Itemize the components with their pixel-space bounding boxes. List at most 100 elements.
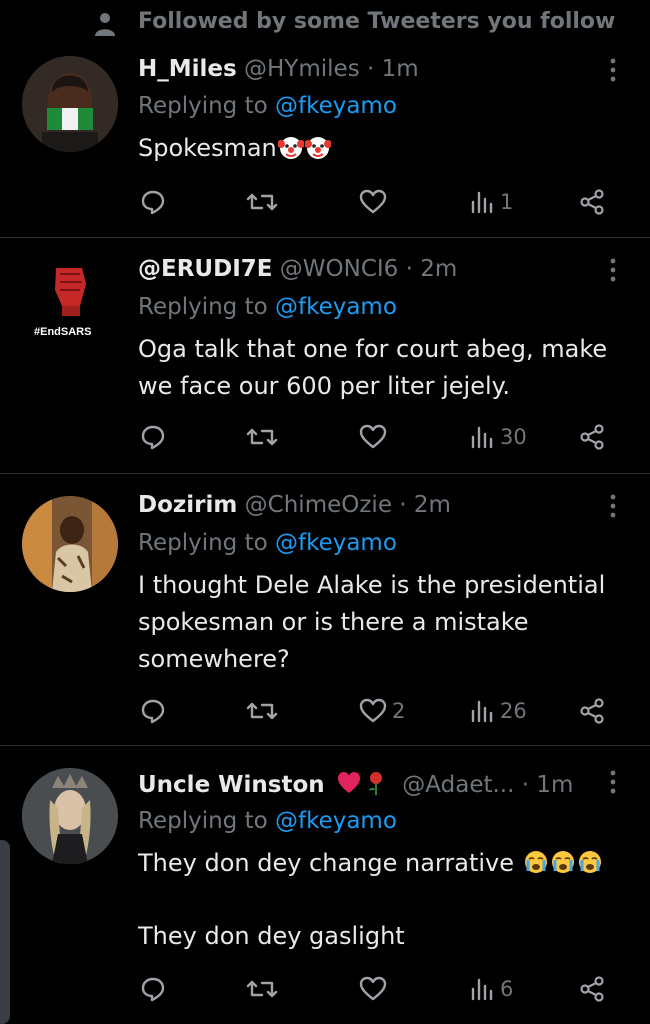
retweet-button[interactable] bbox=[246, 185, 282, 219]
reply-icon bbox=[141, 977, 165, 1002]
share-button[interactable] bbox=[578, 420, 606, 454]
timestamp[interactable]: 1m bbox=[536, 772, 573, 798]
tweet-header: Uncle Winston @Adaet... · 1m bbox=[138, 770, 573, 798]
views-icon bbox=[471, 426, 493, 449]
heart-icon bbox=[359, 424, 387, 449]
retweet-icon bbox=[246, 193, 278, 211]
like-button[interactable]: 2 bbox=[358, 694, 405, 728]
tweet-actions: 1 bbox=[0, 185, 650, 219]
separator-dot: · bbox=[405, 256, 413, 282]
views-count: 1 bbox=[500, 190, 514, 214]
tweet-text: Oga talk that one for court abeg, make w… bbox=[138, 335, 608, 400]
avatar[interactable] bbox=[22, 496, 118, 592]
avatar[interactable] bbox=[22, 768, 118, 864]
share-icon bbox=[580, 424, 604, 450]
share-button[interactable] bbox=[578, 694, 606, 728]
more-options-icon[interactable] bbox=[606, 56, 620, 84]
rose-icon bbox=[368, 772, 382, 795]
retweet-icon bbox=[246, 428, 278, 446]
reply-button[interactable] bbox=[139, 694, 171, 728]
tweet-actions: 2 26 bbox=[0, 694, 650, 728]
retweet-button[interactable] bbox=[246, 420, 282, 454]
views-button[interactable]: 30 bbox=[468, 420, 527, 454]
display-name[interactable]: Uncle Winston bbox=[138, 772, 325, 798]
views-count: 30 bbox=[500, 425, 527, 449]
like-button[interactable] bbox=[358, 972, 392, 1006]
tweet-3[interactable]: Dozirim @ChimeOzie · 2m Replying to @fke… bbox=[0, 474, 650, 744]
replying-to: Replying to @fkeyamo bbox=[138, 530, 397, 556]
more-options-icon[interactable] bbox=[606, 256, 620, 284]
mention-link[interactable]: @fkeyamo bbox=[275, 93, 397, 119]
mention-link[interactable]: @fkeyamo bbox=[275, 808, 397, 834]
retweet-button[interactable] bbox=[246, 972, 282, 1006]
tweet-actions: 6 bbox=[0, 972, 650, 1006]
views-icon bbox=[471, 978, 493, 1001]
like-button[interactable] bbox=[358, 420, 392, 454]
display-name[interactable]: H_Miles bbox=[138, 56, 237, 82]
retweet-icon bbox=[246, 980, 278, 998]
more-options-icon[interactable] bbox=[606, 768, 620, 796]
heart-icon bbox=[359, 698, 387, 723]
separator-dot: · bbox=[521, 772, 530, 798]
share-icon bbox=[580, 189, 604, 215]
like-button[interactable] bbox=[358, 185, 392, 219]
timestamp[interactable]: 2m bbox=[414, 492, 451, 518]
share-button[interactable] bbox=[578, 972, 606, 1006]
tweet-header: H_Miles @HYmiles · 1m bbox=[138, 56, 419, 82]
red-heart-icon bbox=[337, 772, 360, 793]
tweet-text: They don dey change narrative bbox=[138, 845, 633, 882]
views-count: 26 bbox=[500, 699, 527, 723]
avatar[interactable]: #EndSARS bbox=[22, 254, 118, 350]
crying-face-icon bbox=[524, 851, 547, 873]
tweet-2[interactable]: #EndSARS @ERUDI7E @WONCI6 · 2m Replying … bbox=[0, 238, 650, 473]
tweet-1[interactable]: H_Miles @HYmiles · 1m Replying to @fkeya… bbox=[0, 46, 650, 236]
retweet-icon bbox=[246, 702, 278, 720]
clown-face-icon bbox=[304, 137, 331, 159]
views-button[interactable]: 1 bbox=[468, 185, 513, 219]
clown-face-icon bbox=[277, 137, 304, 159]
social-context-text: Followed by some Tweeters you follow bbox=[138, 9, 616, 34]
crying-face-icon bbox=[551, 851, 574, 873]
tweet-header: @ERUDI7E @WONCI6 · 2m bbox=[138, 256, 457, 282]
reply-button[interactable] bbox=[139, 185, 171, 219]
reply-button[interactable] bbox=[139, 972, 171, 1006]
social-context: Followed by some Tweeters you follow bbox=[0, 0, 650, 46]
more-options-icon[interactable] bbox=[606, 492, 620, 520]
share-button[interactable] bbox=[578, 185, 606, 219]
share-icon bbox=[580, 698, 604, 724]
replying-to: Replying to @fkeyamo bbox=[138, 294, 397, 320]
replying-to: Replying to @fkeyamo bbox=[138, 808, 397, 834]
views-button[interactable]: 26 bbox=[468, 694, 527, 728]
tweet-header: Dozirim @ChimeOzie · 2m bbox=[138, 492, 451, 518]
mention-link[interactable]: @fkeyamo bbox=[275, 294, 397, 320]
retweet-button[interactable] bbox=[246, 694, 282, 728]
views-button[interactable]: 6 bbox=[468, 972, 513, 1006]
handle[interactable]: @Adaet... bbox=[402, 772, 514, 798]
reply-icon bbox=[141, 425, 165, 450]
tweet-text: I thought Dele Alake is the presidential… bbox=[138, 571, 606, 673]
avatar[interactable] bbox=[22, 56, 118, 152]
tweet-actions: 30 bbox=[0, 420, 650, 454]
tweet-4[interactable]: Uncle Winston @Adaet... · 1m Replying to… bbox=[0, 746, 650, 1024]
heart-icon bbox=[359, 189, 387, 214]
reply-button[interactable] bbox=[139, 420, 171, 454]
display-name[interactable]: Dozirim bbox=[138, 492, 237, 518]
separator-dot: · bbox=[399, 492, 407, 518]
mention-link[interactable]: @fkeyamo bbox=[275, 530, 397, 556]
handle[interactable]: @WONCI6 bbox=[280, 256, 399, 282]
handle[interactable]: @HYmiles bbox=[244, 56, 360, 82]
crying-face-icon bbox=[578, 851, 601, 873]
scrollbar-thumb[interactable] bbox=[0, 840, 10, 1024]
share-icon bbox=[580, 976, 604, 1002]
tweet-text-line-2: They don dey gaslight bbox=[138, 922, 405, 950]
views-icon bbox=[471, 191, 493, 214]
reply-icon bbox=[141, 190, 165, 215]
reply-icon bbox=[141, 699, 165, 724]
handle[interactable]: @ChimeOzie bbox=[245, 492, 392, 518]
person-icon bbox=[95, 13, 115, 36]
separator-dot: · bbox=[367, 56, 375, 82]
replying-to: Replying to @fkeyamo bbox=[138, 93, 397, 119]
display-name[interactable]: @ERUDI7E bbox=[138, 256, 272, 282]
timestamp[interactable]: 2m bbox=[420, 256, 457, 282]
timestamp[interactable]: 1m bbox=[382, 56, 419, 82]
